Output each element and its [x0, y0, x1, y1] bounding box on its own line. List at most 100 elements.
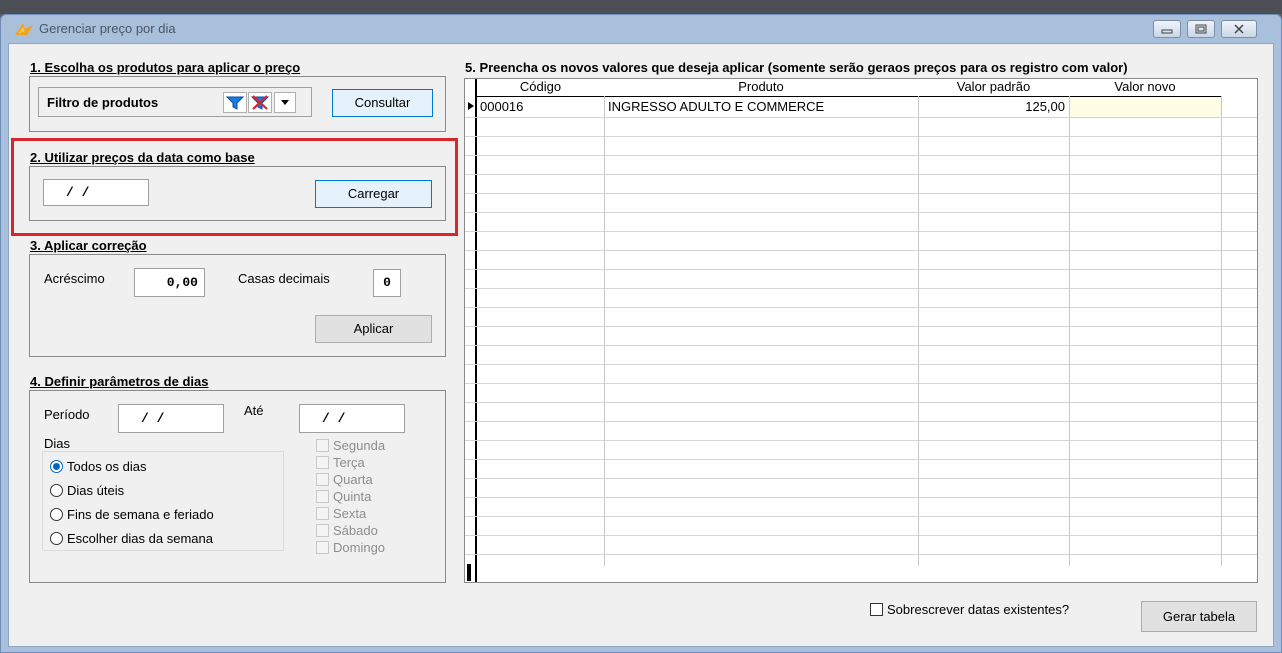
radio-indicator — [50, 532, 63, 545]
close-icon — [1234, 24, 1244, 34]
column-header-codigo[interactable]: Código — [477, 79, 604, 97]
column-divider — [1221, 96, 1222, 566]
checkbox-segunda[interactable]: Segunda — [316, 437, 426, 455]
checkbox-terca[interactable]: Terça — [316, 454, 426, 472]
radio-label: Escolher dias da semana — [67, 531, 213, 546]
radio-escolher-dias[interactable]: Escolher dias da semana — [50, 530, 270, 548]
increase-input[interactable]: 0,00 — [134, 268, 205, 297]
row-line — [465, 136, 1257, 137]
current-row-arrow-icon — [468, 102, 474, 110]
radio-selected-indicator — [50, 460, 63, 473]
checkbox-box — [316, 524, 329, 537]
radio-fins-de-semana[interactable]: Fins de semana e feriado — [50, 506, 270, 524]
row-line — [465, 421, 1257, 422]
cell-valor-novo[interactable] — [1075, 97, 1215, 116]
cell-produto: INGRESSO ADULTO E COMMERCE — [608, 99, 825, 114]
checkbox-label: Quinta — [333, 489, 372, 504]
text-cursor — [467, 564, 471, 581]
section4-title: 4. Definir parâmetros de dias — [30, 374, 209, 389]
section1-title: 1. Escolha os produtos para aplicar o pr… — [30, 60, 301, 75]
row-line — [465, 440, 1257, 441]
row-line — [465, 193, 1257, 194]
checkbox-box — [316, 456, 329, 469]
window-title: Gerenciar preço por dia — [39, 21, 176, 36]
until-label: Até — [244, 403, 264, 418]
radio-dias-uteis[interactable]: Dias úteis — [50, 482, 250, 500]
radio-todos-os-dias[interactable]: Todos os dias — [50, 458, 250, 476]
row-line — [465, 231, 1257, 232]
row-line — [465, 155, 1257, 156]
section4-group: Período / / Até / / Dias Todos os dias D… — [29, 390, 446, 583]
apply-button[interactable]: Aplicar — [315, 315, 432, 343]
maximize-button[interactable] — [1187, 20, 1215, 38]
checkbox-label: Segunda — [333, 438, 386, 453]
section1-group: Filtro de produtos Consultar — [29, 76, 446, 132]
checkbox-box — [316, 490, 329, 503]
increase-label: Acréscimo — [44, 271, 105, 286]
generate-table-button[interactable]: Gerar tabela — [1141, 601, 1257, 632]
row-line — [465, 402, 1257, 403]
checkbox-label: Sábado — [333, 523, 378, 538]
row-line — [465, 478, 1257, 479]
maximize-icon — [1195, 24, 1207, 34]
column-divider — [604, 96, 605, 566]
filter-icon — [225, 96, 245, 110]
section3-group: Acréscimo 0,00 Casas decimais 0 Aplicar — [29, 254, 446, 357]
checkbox-label: Quarta — [333, 472, 373, 487]
apply-button-label: Aplicar — [353, 321, 394, 336]
checkbox-label: Domingo — [333, 540, 386, 555]
column-divider — [1069, 96, 1070, 566]
checkbox-label: Sexta — [333, 506, 367, 521]
overwrite-label: Sobrescrever datas existentes? — [887, 602, 1070, 617]
filter-dropdown-button[interactable] — [274, 92, 296, 113]
checkbox-quinta[interactable]: Quinta — [316, 488, 426, 506]
column-header-valor-padrao[interactable]: Valor padrão — [918, 79, 1069, 97]
period-input[interactable]: / / — [118, 404, 224, 433]
product-filter[interactable]: Filtro de produtos — [38, 87, 312, 117]
highlight-box — [11, 138, 458, 236]
generate-table-label: Gerar tabela — [1162, 609, 1236, 624]
row-line — [465, 535, 1257, 536]
row-line — [465, 269, 1257, 270]
row-line — [465, 345, 1257, 346]
close-button[interactable] — [1221, 20, 1257, 38]
clear-filter-icon — [250, 95, 270, 110]
prices-grid[interactable]: Código Produto Valor padrão Valor novo 0… — [464, 78, 1258, 583]
checkbox-box — [316, 541, 329, 554]
minimize-button[interactable] — [1153, 20, 1181, 38]
radio-label: Todos os dias — [67, 459, 147, 474]
radio-indicator — [50, 484, 63, 497]
until-input[interactable]: / / — [299, 404, 405, 433]
radio-indicator — [50, 508, 63, 521]
title-bar: Gerenciar preço por dia — [1, 15, 1281, 41]
row-line — [465, 250, 1257, 251]
clear-filter-button[interactable] — [248, 92, 272, 113]
checkbox-sabado[interactable]: Sábado — [316, 522, 426, 540]
radio-label: Dias úteis — [67, 483, 125, 498]
row-line — [465, 307, 1257, 308]
section5-title: 5. Preencha os novos valores que deseja … — [465, 60, 1128, 75]
row-line — [465, 383, 1257, 384]
consult-button-label: Consultar — [354, 95, 411, 110]
checkbox-box — [316, 473, 329, 486]
filter-button[interactable] — [223, 92, 247, 113]
column-divider — [918, 96, 919, 566]
chevron-down-icon — [281, 100, 289, 105]
row-line — [465, 459, 1257, 460]
checkbox-box — [316, 507, 329, 520]
row-line — [465, 554, 1257, 555]
row-line — [465, 117, 1257, 118]
column-header-valor-novo[interactable]: Valor novo — [1069, 79, 1221, 97]
overwrite-checkbox[interactable]: Sobrescrever datas existentes? — [870, 601, 1120, 619]
column-header-produto[interactable]: Produto — [604, 79, 918, 97]
row-line — [465, 212, 1257, 213]
row-line — [465, 326, 1257, 327]
checkbox-box — [870, 603, 883, 616]
checkbox-quarta[interactable]: Quarta — [316, 471, 426, 489]
cell-valor-padrao: 125,00 — [1025, 99, 1065, 114]
period-label: Período — [44, 407, 90, 422]
checkbox-sexta[interactable]: Sexta — [316, 505, 426, 523]
consult-button[interactable]: Consultar — [332, 89, 433, 117]
decimals-input[interactable]: 0 — [373, 269, 401, 297]
checkbox-domingo[interactable]: Domingo — [316, 539, 426, 557]
